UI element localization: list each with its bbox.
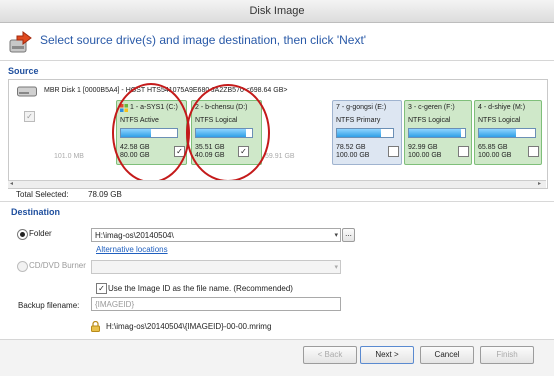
hard-disk-icon: [17, 86, 37, 97]
alternative-locations-link[interactable]: Alternative locations: [96, 245, 168, 254]
backup-filename-input[interactable]: {IMAGEID}: [91, 297, 341, 311]
partition-checkbox-e[interactable]: [388, 146, 399, 157]
disk-select-checkbox[interactable]: ✓: [24, 111, 35, 122]
use-image-id-checkbox[interactable]: ✓: [96, 283, 107, 294]
partition-type: NTFS Primary: [336, 117, 381, 124]
cancel-button[interactable]: Cancel: [420, 346, 474, 364]
folder-path-value: H:\imag-os\20140504\: [95, 231, 174, 240]
partition-total: 100.00 GB: [478, 152, 512, 159]
partition-card-e[interactable]: 7 - g-gongsi (E:) NTFS Primary 78.52 GB …: [332, 100, 402, 165]
instruction-text: Select source drive(s) and image destina…: [40, 33, 367, 47]
unallocated-mid-size: 59.91 GB: [265, 153, 295, 160]
scroll-left-icon[interactable]: ◂: [10, 181, 16, 187]
partition-usage-fill: [479, 129, 516, 137]
scroll-right-icon[interactable]: ▸: [538, 181, 544, 187]
lock-icon: [91, 321, 100, 332]
total-selected-label: Total Selected:: [16, 190, 69, 199]
cd-dvd-select[interactable]: ▾: [91, 260, 341, 274]
annotation-circle-d: [186, 84, 270, 182]
cd-dvd-radio[interactable]: [17, 261, 28, 272]
partition-usage-bar: [478, 128, 536, 138]
chevron-down-icon[interactable]: ▾: [334, 229, 338, 243]
folder-radio[interactable]: [17, 229, 28, 240]
next-button[interactable]: Next >: [360, 346, 414, 364]
backup-filename-placeholder: {IMAGEID}: [95, 300, 135, 309]
partition-checkbox-f[interactable]: [458, 146, 469, 157]
partition-type: NTFS Logical: [478, 117, 521, 124]
backup-filename-label: Backup filename:: [18, 301, 80, 310]
folder-label: Folder: [29, 229, 52, 238]
browse-button[interactable]: ...: [342, 228, 355, 242]
chevron-down-icon[interactable]: ▾: [334, 261, 338, 275]
partition-card-f[interactable]: 3 - c-geren (F:) NTFS Logical 92.99 GB 1…: [404, 100, 472, 165]
partition-usage-bar: [336, 128, 394, 138]
finish-button[interactable]: Finish: [480, 346, 534, 364]
partition-name: 7 - g-gongsi (E:): [336, 104, 387, 111]
total-selected-value: 78.09 GB: [88, 190, 122, 199]
source-panel: MBR Disk 1 [0000B5A4] - HGST HTS541075A9…: [8, 79, 548, 189]
partition-total: 100.00 GB: [408, 152, 442, 159]
disk-image-icon: [9, 31, 32, 53]
partition-checkbox-m[interactable]: [528, 146, 539, 157]
partition-usage-fill: [409, 129, 462, 137]
source-scrollbar[interactable]: ◂ ▸: [8, 180, 546, 188]
radio-dot: [20, 232, 25, 237]
source-label: Source: [8, 66, 39, 76]
header: Select source drive(s) and image destina…: [0, 23, 554, 61]
partition-total: 100.00 GB: [336, 152, 370, 159]
partition-used: 92.99 GB: [408, 144, 438, 151]
folder-path-input[interactable]: H:\imag-os\20140504\ ▾: [91, 228, 341, 242]
partition-used: 78.52 GB: [336, 144, 366, 151]
partition-usage-bar: [408, 128, 466, 138]
back-button[interactable]: < Back: [303, 346, 357, 364]
divider: [0, 201, 554, 202]
unallocated-left-size: 101.0 MB: [54, 153, 84, 160]
path-preview: H:\imag-os\20140504\{IMAGEID}-00-00.mrim…: [106, 322, 272, 331]
destination-label: Destination: [11, 207, 61, 217]
partition-card-m[interactable]: 4 - d-shiye (M:) NTFS Logical 65.85 GB 1…: [474, 100, 542, 165]
partition-usage-fill: [337, 129, 382, 137]
annotation-circle-c: [112, 83, 190, 183]
use-image-id-label: Use the Image ID as the file name. (Reco…: [108, 284, 293, 293]
partition-type: NTFS Logical: [408, 117, 451, 124]
partition-used: 65.85 GB: [478, 144, 508, 151]
title-bar: Disk Image: [0, 0, 554, 23]
partition-name: 3 - c-geren (F:): [408, 104, 455, 111]
partition-name: 4 - d-shiye (M:): [478, 104, 526, 111]
window-title: Disk Image: [249, 5, 305, 17]
cd-dvd-label: CD/DVD Burner: [29, 261, 86, 270]
